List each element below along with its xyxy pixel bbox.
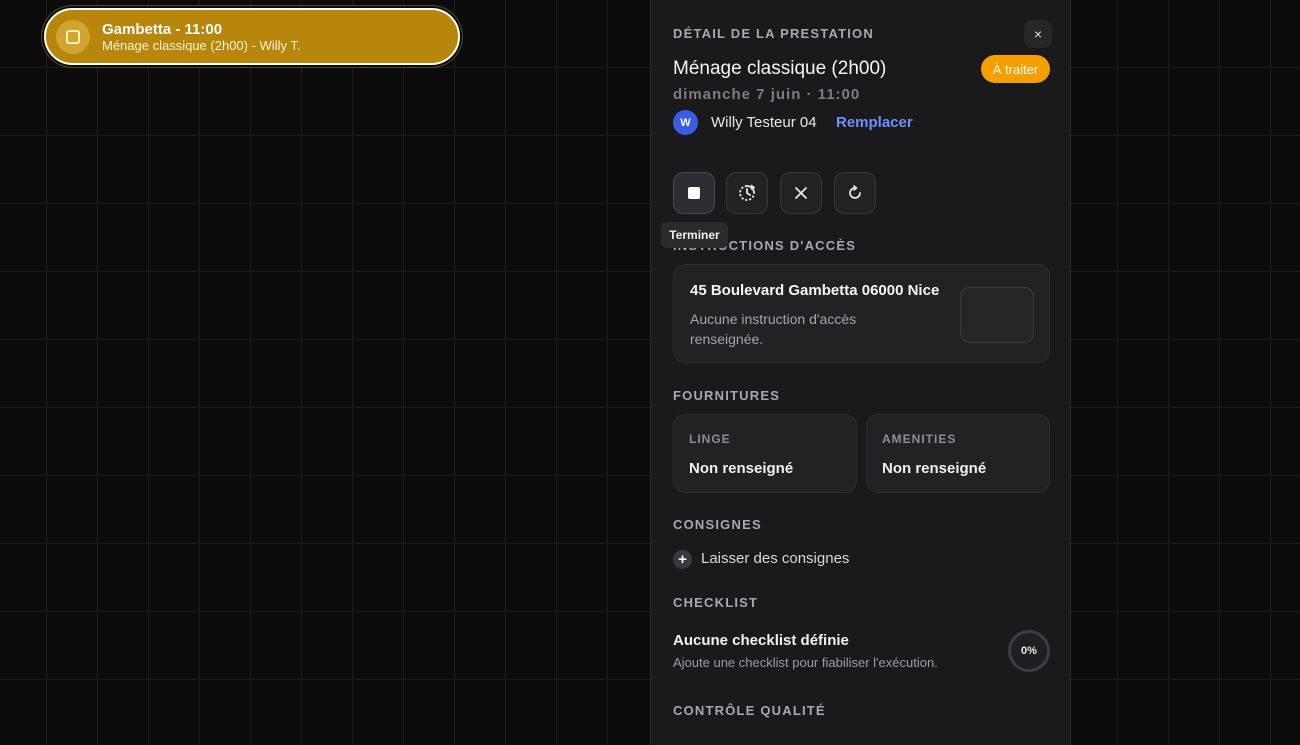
event-title: Gambetta - 11:00: [102, 20, 223, 38]
status-badge: À traiter: [981, 55, 1050, 83]
stop-tooltip: Terminer: [661, 222, 728, 248]
refresh-button[interactable]: [834, 172, 876, 214]
event-status-icon-wrap: [56, 19, 90, 54]
refresh-icon: [849, 185, 861, 199]
address-card: 45 Boulevard Gambetta 06000 Nice Aucune …: [673, 264, 1050, 363]
quality-section-label: CONTRÔLE QUALITÉ: [673, 703, 826, 718]
instructions-section-label: CONSIGNES: [673, 517, 762, 532]
checklist-section-label: CHECKLIST: [673, 595, 759, 610]
checklist-progress-ring: 0%: [1008, 630, 1050, 672]
close-icon: [795, 187, 807, 199]
cancel-button[interactable]: [780, 172, 822, 214]
clock-rotate-icon: [739, 184, 756, 201]
close-button[interactable]: ×: [1024, 20, 1052, 48]
event-card-gambetta[interactable]: Gambetta - 11:00 Ménage classique (2h00)…: [44, 8, 460, 65]
service-title: Ménage classique (2h00): [673, 58, 887, 79]
supplies-section-label: FOURNITURES: [673, 388, 781, 403]
event-text: Gambetta - 11:00 Ménage classique (2h00)…: [102, 21, 300, 53]
event-subtitle: Ménage classique (2h00) - Willy T.: [102, 37, 301, 53]
map-thumbnail[interactable]: [960, 287, 1034, 343]
stop-icon: [688, 187, 700, 199]
plus-icon[interactable]: +: [673, 550, 692, 569]
square-stop-icon: [66, 29, 80, 44]
supply-label: AMENITIES: [882, 432, 957, 446]
stop-button[interactable]: [673, 172, 715, 214]
checklist-subtitle: Ajoute une checklist pour fiabiliser l'e…: [673, 655, 938, 670]
assignee-name: Willy Testeur 04: [711, 114, 817, 131]
supply-card-linen[interactable]: LINGE Non renseigné: [673, 414, 857, 493]
avatar: W: [673, 110, 698, 135]
panel-header-label: DÉTAIL DE LA PRESTATION: [673, 26, 874, 41]
service-detail-panel: DÉTAIL DE LA PRESTATION × Ménage classiq…: [650, 0, 1071, 745]
address-text: 45 Boulevard Gambetta 06000 Nice: [690, 282, 940, 299]
supply-label: LINGE: [689, 432, 731, 446]
supply-value: Non renseigné: [882, 460, 987, 477]
replace-assignee-link[interactable]: Remplacer: [836, 114, 913, 131]
close-icon: ×: [1033, 26, 1043, 42]
supply-value: Non renseigné: [689, 460, 794, 477]
add-instructions-link[interactable]: Laisser des consignes: [701, 550, 849, 567]
reschedule-button[interactable]: [726, 172, 768, 214]
service-date: dimanche 7 juin · 11:00: [673, 86, 861, 103]
checklist-title: Aucune checklist définie: [673, 632, 849, 649]
supply-card-amenities[interactable]: AMENITIES Non renseigné: [866, 414, 1050, 493]
access-note: Aucune instruction d'accès renseignée.: [690, 311, 857, 347]
